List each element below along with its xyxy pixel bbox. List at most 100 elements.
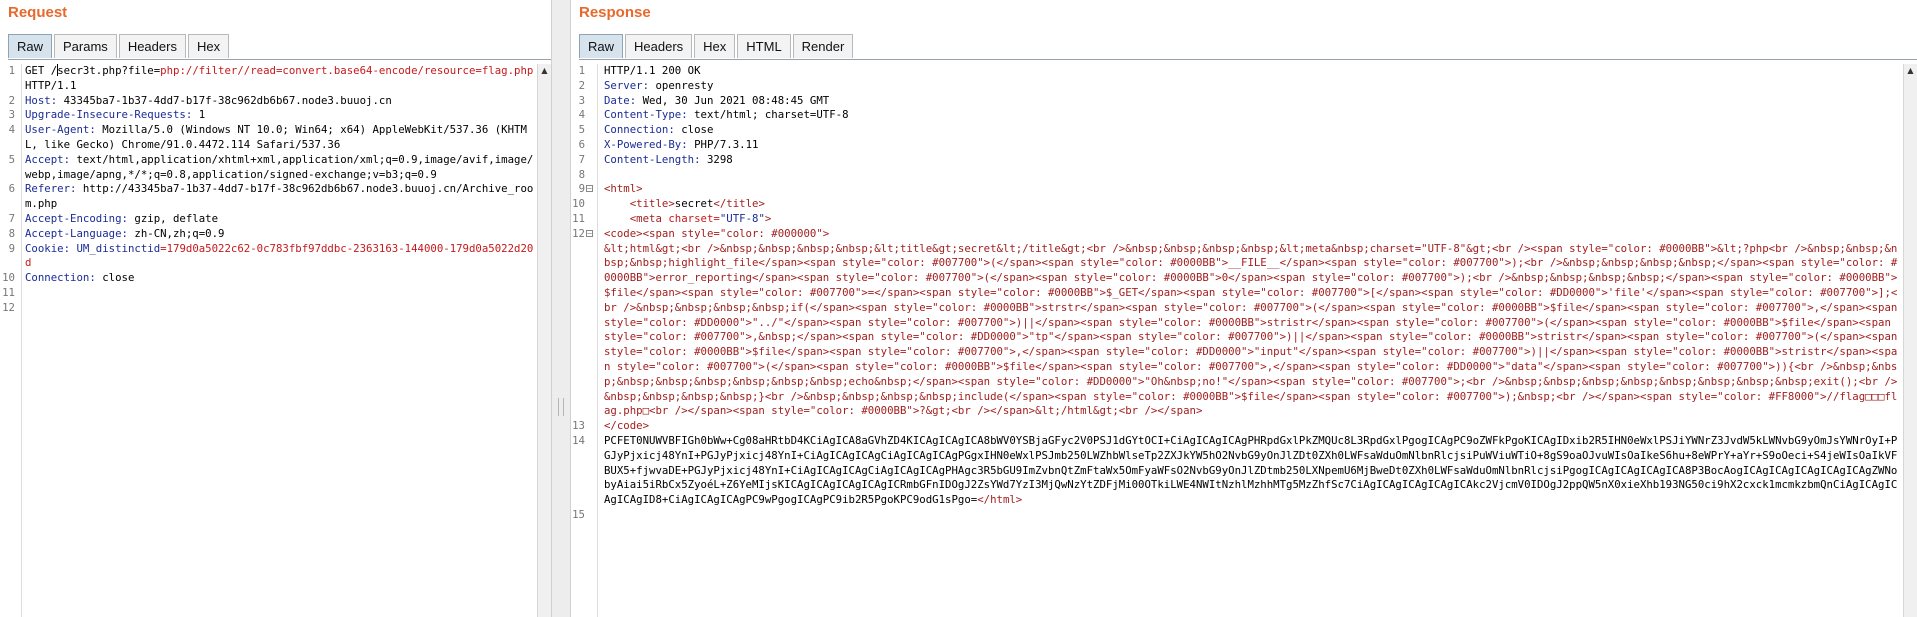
fold-toggle-icon[interactable]: – (586, 185, 593, 193)
line-number: 5 (8, 152, 15, 166)
header-name: Server: (604, 78, 650, 92)
cookie-name: UM_distinctid (70, 241, 161, 255)
meta-value: "UTF-8" (719, 211, 765, 225)
line-number: 2 (8, 93, 15, 107)
request-line: 2 Host: 43345ba7-1b37-4dd7-b17f-38c962db6… (0, 94, 537, 109)
line-number: 4 (578, 108, 585, 122)
header-name: Connection: (604, 123, 675, 137)
request-scrollbar[interactable]: ▲ (537, 64, 551, 617)
header-name: Referer: (25, 182, 77, 196)
response-line: 1 HTTP/1.1 200 OK (571, 64, 1903, 79)
header-value: PHP/7.3.11 (687, 137, 759, 151)
request-line: 8 Accept-Language: zh-CN,zh;q=0.9 (0, 227, 537, 242)
scroll-up-arrow-icon[interactable]: ▲ (538, 64, 551, 78)
response-line: 14 PCFET0NUWVBFIGh0bWw+Cg08aHRtbD4KCiAgI… (571, 434, 1903, 508)
response-tab-raw[interactable]: Raw (579, 34, 624, 58)
request-pane: Request Raw Params Headers Hex 1 GET /se… (0, 0, 551, 617)
request-editor[interactable]: 1 GET /secr3t.php?file=php://filter//rea… (0, 64, 537, 617)
line-number: 13 (572, 419, 585, 433)
line-number: 12 (572, 226, 585, 240)
line-number: 3 (578, 93, 585, 107)
response-scrollbar[interactable]: ▲ (1903, 64, 1917, 617)
response-line: 2 Server: openresty (571, 79, 1903, 94)
request-line: 9 Cookie: UM_distinctid=179d0a5022c62-0c… (0, 242, 537, 272)
status-line: HTTP/1.1 200 OK (604, 64, 701, 77)
response-tab-hex[interactable]: Hex (694, 34, 736, 58)
request-line: 11 ​ (0, 286, 537, 301)
request-line: 7 Accept-Encoding: gzip, deflate (0, 212, 537, 227)
line-number: 1 (578, 64, 585, 77)
header-value: text/html; charset=UTF-8 (687, 108, 849, 122)
header-value: Wed, 30 Jun 2021 08:48:45 GMT (636, 93, 830, 107)
code-close-tag: </code> (604, 419, 650, 433)
html-close-tag: </html> (977, 493, 1023, 507)
response-tab-html[interactable]: HTML (737, 34, 791, 58)
line-number: 8 (578, 167, 585, 181)
request-path: secr3t.php?file= (57, 64, 161, 77)
header-value: zh-CN,zh;q=0.9 (127, 226, 225, 240)
line-number: 6 (8, 182, 15, 196)
header-value: close (95, 271, 135, 285)
meta-open-tag: <meta (629, 211, 669, 225)
title-text: secret (674, 197, 714, 211)
header-value: text/html,application/xhtml+xml,applicat… (25, 152, 534, 181)
request-query-value: php://filter//read=convert.base64-encode… (160, 64, 534, 77)
line-number: 9 (8, 241, 15, 255)
header-value: Mozilla/5.0 (Windows NT 10.0; Win64; x64… (25, 123, 527, 151)
response-line: 7 Content-Length: 3298 (571, 153, 1903, 168)
request-line: 3 Upgrade-Insecure-Requests: 1 (0, 108, 537, 123)
response-line: 8 ​ (571, 168, 1903, 183)
request-tab-hex[interactable]: Hex (187, 34, 230, 58)
line-number: 3 (8, 108, 15, 122)
line-number: 2 (578, 78, 585, 92)
line-number: 14 (572, 433, 585, 447)
request-line: 1 GET /secr3t.php?file=php://filter//rea… (0, 64, 537, 94)
header-name: Accept-Language: (25, 226, 128, 240)
html-open-tag: <html> (604, 182, 643, 196)
response-tab-headers[interactable]: Headers (625, 34, 693, 58)
scroll-up-arrow-icon[interactable]: ▲ (1904, 64, 1917, 78)
header-name: Accept: (25, 152, 71, 166)
line-number: 15 (572, 507, 585, 521)
request-tab-params[interactable]: Params (54, 34, 117, 58)
line-number: 11 (2, 285, 15, 299)
request-tab-raw[interactable]: Raw (8, 34, 53, 58)
splitter-grip-icon[interactable] (558, 398, 564, 416)
response-editor[interactable]: 1 HTTP/1.1 200 OK 2 Server: openresty 3 Dat… (571, 64, 1903, 617)
line-number: 10 (572, 197, 585, 211)
response-line: 10 <title>secret</title> (571, 197, 1903, 212)
line-number: 10 (2, 271, 15, 285)
response-line: 11 <meta charset="UTF-8"> (571, 212, 1903, 227)
request-tab-headers[interactable]: Headers (118, 34, 186, 58)
request-method: GET / (25, 64, 58, 77)
header-value: 43345ba7-1b37-4dd7-b17f-38c962db6b67.nod… (57, 93, 392, 107)
line-number: 11 (572, 211, 585, 225)
line-number: 5 (578, 123, 585, 137)
pane-splitter[interactable] (551, 0, 571, 617)
request-line: 10 Connection: close (0, 271, 537, 286)
header-name: Cookie: (25, 241, 71, 255)
meta-close-tag: > (764, 211, 772, 225)
line-number: 7 (578, 152, 585, 166)
response-pane: Response Raw Headers Hex HTML Render 1 H… (571, 0, 1917, 617)
request-protocol: HTTP/1.1 (25, 78, 77, 92)
header-name: Date: (604, 93, 637, 107)
response-line: 15 ​ (571, 508, 1903, 523)
header-value: close (674, 123, 714, 137)
response-line: 6 X-Powered-By: PHP/7.3.11 (571, 138, 1903, 153)
line-number: 12 (2, 300, 15, 314)
response-line: 12 – <code><span style="color: #000000">… (571, 227, 1903, 419)
header-name: Connection: (25, 271, 96, 285)
header-value: http://43345ba7-1b37-4dd7-b17f-38c962db6… (25, 182, 534, 211)
response-line: 9 – <html> (571, 182, 1903, 197)
line-number: 4 (8, 123, 15, 137)
header-value: 3298 (700, 152, 733, 166)
response-line: 13 </code> (571, 419, 1903, 434)
request-line: 12 ​ (0, 301, 537, 316)
meta-attr: charset= (668, 211, 720, 225)
fold-toggle-icon[interactable]: – (586, 229, 593, 237)
response-tab-render[interactable]: Render (792, 34, 854, 58)
title-close-tag: </title> (713, 197, 765, 211)
header-name: Content-Length: (604, 152, 701, 166)
line-number: 8 (8, 226, 15, 240)
